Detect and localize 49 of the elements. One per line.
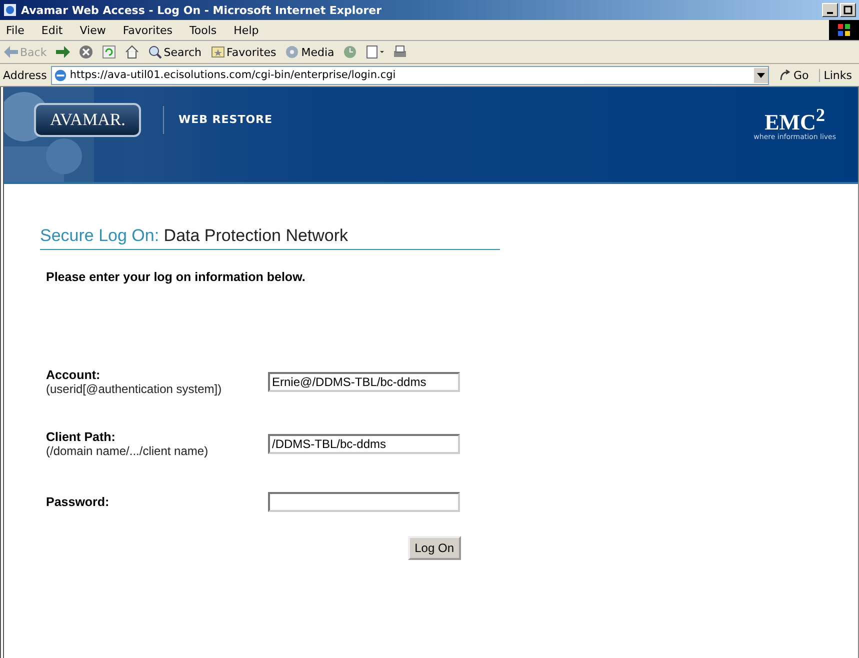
menu-item[interactable]: Edit (39, 24, 65, 36)
caret-icon (757, 72, 766, 78)
media-button[interactable]: Media (285, 45, 334, 59)
favorites-button[interactable]: Favorites (210, 45, 276, 59)
back-arrow-icon (4, 46, 18, 58)
field-label: Client Path: (46, 430, 116, 444)
menu-item[interactable]: Favorites (120, 24, 175, 36)
window-title: Avamar Web Access - Log On - Microsoft Internet Explorer (21, 4, 383, 16)
dropdown-button[interactable] (754, 68, 768, 82)
home-button[interactable] (124, 45, 139, 59)
field-hint: (/domain name/.../client name) (46, 444, 208, 458)
logo-badge: AVAMAR. (34, 102, 142, 136)
field-label: Password: (46, 495, 110, 509)
disc-icon (285, 45, 300, 59)
history-button[interactable] (343, 45, 358, 59)
mail-button[interactable] (366, 45, 384, 59)
browser-icon (3, 3, 17, 17)
field-label: Account: (46, 368, 102, 382)
brand-logo: EMC$^{2}$ (764, 106, 826, 134)
windows-logo-icon (829, 20, 859, 40)
refresh-button[interactable] (102, 45, 116, 59)
menu-item[interactable]: View (78, 24, 108, 36)
input-field[interactable] (268, 492, 460, 512)
page-icon (54, 68, 67, 82)
minimize-button[interactable] (822, 3, 838, 17)
address-field[interactable]: https://ava-util01.ecisolutions.com/cgi-bin/enterprise/login.cgi (50, 66, 770, 84)
instruction-text: Please enter your log on information below. (46, 270, 306, 284)
go-button[interactable]: Go (773, 68, 815, 82)
field-hint: (userid[@authentication system]) (46, 382, 222, 396)
star-folder-icon (210, 45, 225, 59)
address-label: Address (3, 68, 47, 82)
menu-item[interactable]: Tools (188, 24, 219, 36)
stop-button[interactable] (78, 45, 93, 59)
menu-item[interactable]: Help (232, 24, 261, 36)
links-button[interactable]: Links (818, 68, 856, 82)
print-button[interactable] (393, 45, 408, 59)
page-heading: Secure Log On: Data Protection Network (40, 226, 500, 250)
product-name: WEB RESTORE (163, 106, 273, 134)
forward-button[interactable] (56, 46, 70, 58)
menu-item[interactable]: File (4, 24, 26, 36)
maximize-button[interactable] (840, 3, 856, 17)
curved-arrow-icon (779, 69, 792, 81)
maximize-icon (843, 5, 853, 15)
input-field[interactable]: Ernie@/DDMS-TBL/bc-ddms (268, 372, 460, 392)
input-field[interactable]: /DDMS-TBL/bc-ddms (268, 434, 460, 454)
search-icon (148, 45, 162, 59)
search-button[interactable]: Search (148, 45, 202, 59)
log-on-button[interactable]: Log On (408, 536, 461, 560)
minimize-icon (827, 12, 833, 14)
